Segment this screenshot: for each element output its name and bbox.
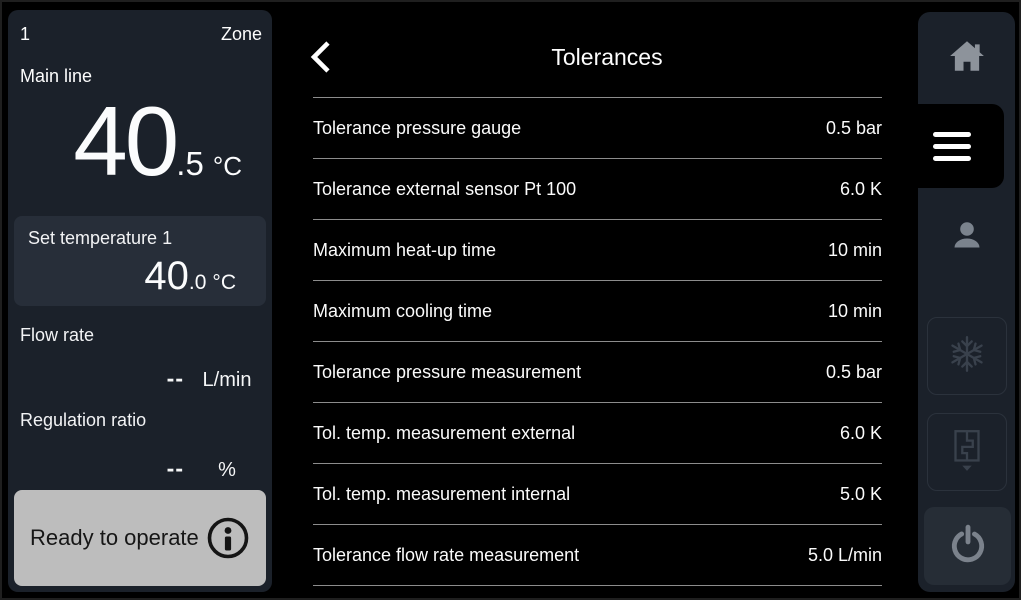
regulation-ratio-value: -- <box>167 457 184 480</box>
zone-number: 1 <box>20 24 30 45</box>
set-temp-unit: °C <box>212 272 236 293</box>
list-item[interactable]: Tolerance flow rate measurement 5.0 L/mi… <box>313 525 882 586</box>
row-value: 6.0 K <box>840 179 882 200</box>
hmi-screen: 1 Zone Main line 40 .5 °C Set temperatur… <box>0 0 1021 600</box>
flow-rate-unit: L/min <box>184 370 270 390</box>
main-temp-integer: 40 <box>73 92 176 190</box>
row-value: 0.5 bar <box>826 118 882 139</box>
zone-panel: 1 Zone Main line 40 .5 °C Set temperatur… <box>8 10 272 592</box>
main-line-label: Main line <box>20 66 92 87</box>
row-value: 5.0 K <box>840 484 882 505</box>
row-label: Tolerance flow rate measurement <box>313 545 579 566</box>
tolerances-page: Tolerances Tolerance pressure gauge 0.5 … <box>283 0 917 600</box>
sidebar-item-cooling[interactable] <box>927 317 1007 395</box>
set-temperature-label: Set temperature 1 <box>28 228 172 249</box>
row-value: 10 min <box>828 240 882 261</box>
user-icon <box>949 217 985 258</box>
zone-header: 1 Zone <box>20 24 262 45</box>
snowflake-icon <box>946 333 988 380</box>
row-value: 10 min <box>828 301 882 322</box>
set-temp-integer: 40 <box>144 256 189 296</box>
regulation-ratio-unit: % <box>184 460 270 480</box>
flow-rate-value-row: -- L/min <box>8 367 270 390</box>
main-temperature-display: 40 .5 °C <box>73 92 242 190</box>
info-icon[interactable] <box>206 516 250 560</box>
menu-icon <box>933 128 971 164</box>
list-item[interactable]: Tol. temp. measurement internal 5.0 K <box>313 464 882 525</box>
row-label: Tolerance pressure gauge <box>313 118 521 139</box>
main-temp-unit: °C <box>213 153 242 179</box>
row-label: Tol. temp. measurement external <box>313 423 575 444</box>
sidebar-item-user[interactable] <box>918 194 1015 280</box>
row-label: Maximum heat-up time <box>313 240 496 261</box>
row-label: Tolerance external sensor Pt 100 <box>313 179 576 200</box>
list-item[interactable]: Maximum heat-up time 10 min <box>313 220 882 281</box>
power-icon <box>948 524 988 569</box>
main-temp-fraction: .5 <box>176 147 204 180</box>
row-value: 5.0 L/min <box>808 545 882 566</box>
status-card[interactable]: Ready to operate <box>14 490 266 586</box>
set-temperature-card[interactable]: Set temperature 1 40 .0 °C <box>14 216 266 306</box>
status-text: Ready to operate <box>30 525 199 551</box>
row-value: 0.5 bar <box>826 362 882 383</box>
flow-rate-label: Flow rate <box>20 325 94 346</box>
page-title: Tolerances <box>283 44 917 71</box>
sidebar-item-power[interactable] <box>924 507 1011 585</box>
row-label: Tol. temp. measurement internal <box>313 484 570 505</box>
home-icon <box>948 38 986 79</box>
flow-rate-value: -- <box>167 367 184 390</box>
list-item[interactable]: Maximum cooling time 10 min <box>313 281 882 342</box>
set-temp-fraction: .0 <box>189 272 207 293</box>
sidebar-item-menu[interactable] <box>900 104 1004 188</box>
list-item[interactable]: Tolerance external sensor Pt 100 6.0 K <box>313 159 882 220</box>
row-label: Maximum cooling time <box>313 301 492 322</box>
sidebar-item-mold-purge[interactable] <box>927 413 1007 491</box>
zone-label: Zone <box>221 24 262 45</box>
list-item[interactable]: Tolerance pressure gauge 0.5 bar <box>313 98 882 159</box>
row-label: Tolerance pressure measurement <box>313 362 581 383</box>
row-value: 6.0 K <box>840 423 882 444</box>
regulation-ratio-label: Regulation ratio <box>20 410 146 431</box>
list-item[interactable]: Tolerance pressure measurement 0.5 bar <box>313 342 882 403</box>
set-temperature-value: 40 .0 °C <box>144 256 236 296</box>
mold-purge-icon <box>946 427 988 478</box>
sidebar-item-home[interactable] <box>918 12 1015 104</box>
tolerances-list: Tolerance pressure gauge 0.5 bar Toleran… <box>313 97 882 586</box>
regulation-ratio-value-row: -- % <box>8 457 270 480</box>
list-item[interactable]: Tol. temp. measurement external 6.0 K <box>313 403 882 464</box>
